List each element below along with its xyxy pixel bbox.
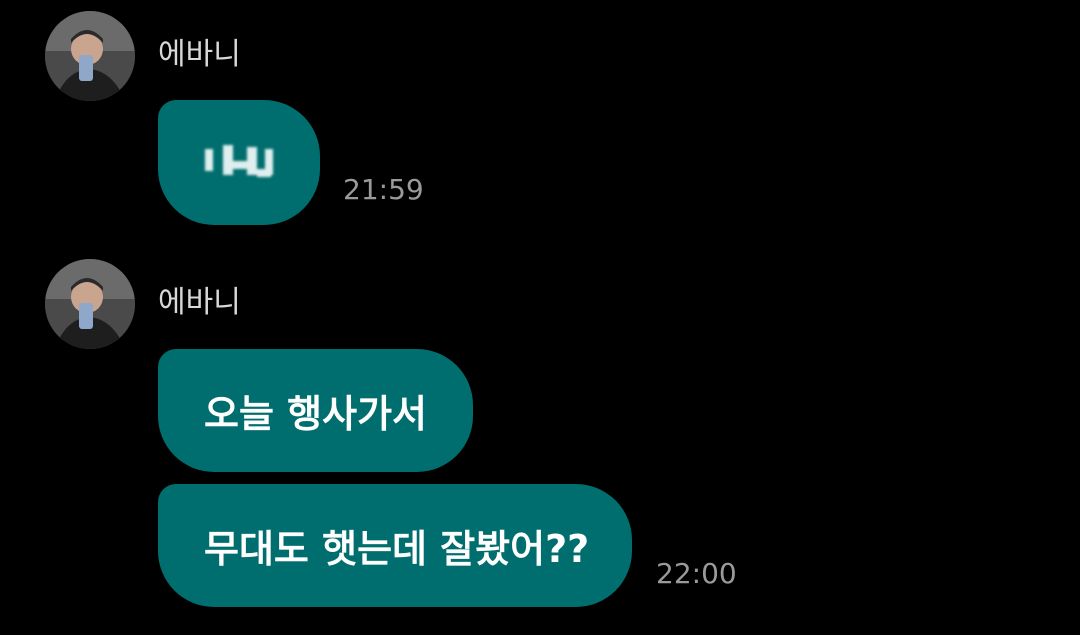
avatar[interactable] [45,11,135,101]
redacted-text-icon [203,143,275,183]
message-timestamp: 21:59 [343,173,424,206]
avatar[interactable] [45,259,135,349]
sender-name: 에바니 [158,37,241,72]
profile-photo-icon [45,11,135,101]
message-text: 무대도 햇는데 잘봤어?? [204,527,590,571]
message-bubble[interactable]: 오늘 행사가서 [158,349,473,472]
message-bubble[interactable]: 무대도 햇는데 잘봤어?? [158,484,632,607]
message-text: 오늘 행사가서 [204,392,427,436]
message-timestamp: 22:00 [656,557,737,590]
message-bubble[interactable] [158,100,320,225]
sender-name: 에바니 [158,285,241,320]
profile-photo-icon [45,259,135,349]
